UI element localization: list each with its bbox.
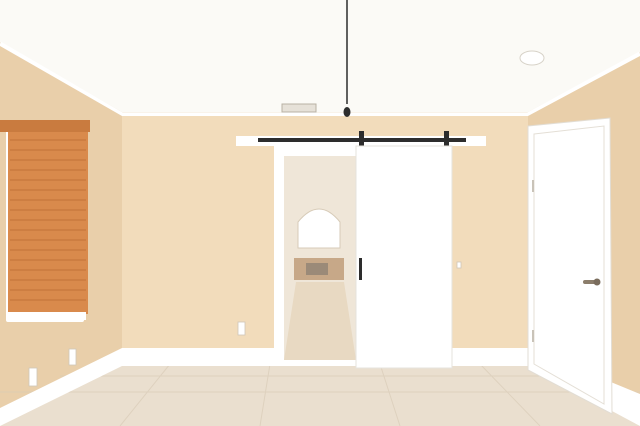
barn-door xyxy=(355,145,453,369)
outlet-icon xyxy=(456,261,462,269)
room-scene xyxy=(0,0,640,426)
outlet-icon xyxy=(28,367,38,387)
air-vent-icon xyxy=(281,103,317,113)
side-door xyxy=(527,117,613,415)
hallway-view xyxy=(284,156,356,360)
window xyxy=(0,120,90,322)
barn-door-handle xyxy=(359,258,362,280)
outlet-icon xyxy=(237,321,246,336)
outlet-icon xyxy=(68,348,77,366)
smoke-detector xyxy=(519,50,545,66)
